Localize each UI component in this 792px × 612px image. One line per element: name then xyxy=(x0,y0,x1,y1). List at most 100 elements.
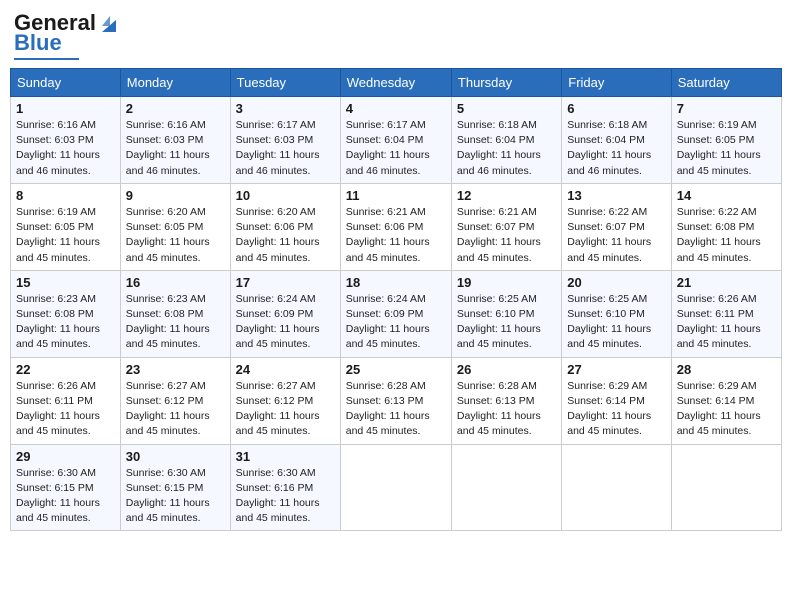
calendar-header-friday: Friday xyxy=(562,69,671,97)
day-number: 6 xyxy=(567,101,665,116)
calendar-week-4: 22 Sunrise: 6:26 AM Sunset: 6:11 PM Dayli… xyxy=(11,357,782,444)
calendar-header-wednesday: Wednesday xyxy=(340,69,451,97)
day-info: Sunrise: 6:30 AM Sunset: 6:15 PM Dayligh… xyxy=(16,466,115,527)
day-info: Sunrise: 6:30 AM Sunset: 6:15 PM Dayligh… xyxy=(126,466,225,527)
calendar-week-2: 8 Sunrise: 6:19 AM Sunset: 6:05 PM Daylig… xyxy=(11,183,782,270)
day-info: Sunrise: 6:21 AM Sunset: 6:06 PM Dayligh… xyxy=(346,205,446,266)
day-number: 17 xyxy=(236,275,335,290)
day-number: 23 xyxy=(126,362,225,377)
day-number: 4 xyxy=(346,101,446,116)
day-info: Sunrise: 6:22 AM Sunset: 6:08 PM Dayligh… xyxy=(677,205,776,266)
day-number: 28 xyxy=(677,362,776,377)
day-info: Sunrise: 6:20 AM Sunset: 6:06 PM Dayligh… xyxy=(236,205,335,266)
calendar-cell: 9Sunrise: 6:20 AM Sunset: 6:05 PM Daylig… xyxy=(120,183,230,270)
day-number: 15 xyxy=(16,275,115,290)
day-number: 22 xyxy=(16,362,115,377)
calendar-cell: 17 Sunrise: 6:24 AM Sunset: 6:09 PM Dayli… xyxy=(230,270,340,357)
calendar-cell: 26 Sunrise: 6:28 AM Sunset: 6:13 PM Dayli… xyxy=(451,357,561,444)
day-info: Sunrise: 6:26 AM Sunset: 6:11 PM Dayligh… xyxy=(16,379,115,440)
calendar-cell: 16 Sunrise: 6:23 AM Sunset: 6:08 PM Dayli… xyxy=(120,270,230,357)
day-number: 18 xyxy=(346,275,446,290)
day-number: 13 xyxy=(567,188,665,203)
day-number: 20 xyxy=(567,275,665,290)
day-info: Sunrise: 6:19 AM Sunset: 6:05 PM Dayligh… xyxy=(16,205,115,266)
day-info: Sunrise: 6:25 AM Sunset: 6:10 PM Dayligh… xyxy=(567,292,665,353)
day-number: 16 xyxy=(126,275,225,290)
calendar-cell xyxy=(671,444,781,531)
day-number: 29 xyxy=(16,449,115,464)
day-info: Sunrise: 6:16 AM Sunset: 6:03 PM Dayligh… xyxy=(126,118,225,179)
day-info: Sunrise: 6:24 AM Sunset: 6:09 PM Dayligh… xyxy=(236,292,335,353)
day-number: 3 xyxy=(236,101,335,116)
calendar-cell: 4 Sunrise: 6:17 AM Sunset: 6:04 PM Daylig… xyxy=(340,97,451,184)
calendar-cell: 18Sunrise: 6:24 AM Sunset: 6:09 PM Dayli… xyxy=(340,270,451,357)
calendar-cell: 12 Sunrise: 6:21 AM Sunset: 6:07 PM Dayli… xyxy=(451,183,561,270)
day-info: Sunrise: 6:17 AM Sunset: 6:04 PM Dayligh… xyxy=(346,118,446,179)
day-number: 11 xyxy=(346,188,446,203)
day-number: 25 xyxy=(346,362,446,377)
day-info: Sunrise: 6:29 AM Sunset: 6:14 PM Dayligh… xyxy=(567,379,665,440)
calendar-cell: 2 Sunrise: 6:16 AM Sunset: 6:03 PM Daylig… xyxy=(120,97,230,184)
day-info: Sunrise: 6:18 AM Sunset: 6:04 PM Dayligh… xyxy=(567,118,665,179)
day-info: Sunrise: 6:21 AM Sunset: 6:07 PM Dayligh… xyxy=(457,205,556,266)
calendar-cell: 11 Sunrise: 6:21 AM Sunset: 6:06 PM Dayli… xyxy=(340,183,451,270)
page-header: General Blue xyxy=(10,10,782,60)
day-info: Sunrise: 6:28 AM Sunset: 6:13 PM Dayligh… xyxy=(457,379,556,440)
calendar-cell: 1Sunrise: 6:16 AM Sunset: 6:03 PM Daylig… xyxy=(11,97,121,184)
logo-triangle-icon xyxy=(98,12,120,34)
calendar-cell xyxy=(340,444,451,531)
calendar-week-3: 15 Sunrise: 6:23 AM Sunset: 6:08 PM Dayli… xyxy=(11,270,782,357)
day-info: Sunrise: 6:28 AM Sunset: 6:13 PM Dayligh… xyxy=(346,379,446,440)
logo-blue-text: Blue xyxy=(14,30,62,56)
day-info: Sunrise: 6:30 AM Sunset: 6:16 PM Dayligh… xyxy=(236,466,335,527)
calendar-cell: 25 Sunrise: 6:28 AM Sunset: 6:13 PM Dayli… xyxy=(340,357,451,444)
day-number: 2 xyxy=(126,101,225,116)
day-info: Sunrise: 6:20 AM Sunset: 6:05 PM Dayligh… xyxy=(126,205,225,266)
calendar-cell xyxy=(451,444,561,531)
calendar-cell: 7Sunrise: 6:19 AM Sunset: 6:05 PM Daylig… xyxy=(671,97,781,184)
calendar-cell: 14 Sunrise: 6:22 AM Sunset: 6:08 PM Dayli… xyxy=(671,183,781,270)
day-number: 1 xyxy=(16,101,115,116)
logo: General Blue xyxy=(14,10,120,60)
calendar-header-thursday: Thursday xyxy=(451,69,561,97)
day-info: Sunrise: 6:27 AM Sunset: 6:12 PM Dayligh… xyxy=(126,379,225,440)
logo-underline xyxy=(14,58,79,60)
day-info: Sunrise: 6:29 AM Sunset: 6:14 PM Dayligh… xyxy=(677,379,776,440)
day-info: Sunrise: 6:23 AM Sunset: 6:08 PM Dayligh… xyxy=(16,292,115,353)
day-number: 30 xyxy=(126,449,225,464)
day-number: 31 xyxy=(236,449,335,464)
calendar-cell: 22 Sunrise: 6:26 AM Sunset: 6:11 PM Dayli… xyxy=(11,357,121,444)
day-number: 27 xyxy=(567,362,665,377)
calendar-cell: 19Sunrise: 6:25 AM Sunset: 6:10 PM Dayli… xyxy=(451,270,561,357)
day-info: Sunrise: 6:22 AM Sunset: 6:07 PM Dayligh… xyxy=(567,205,665,266)
day-number: 12 xyxy=(457,188,556,203)
day-number: 14 xyxy=(677,188,776,203)
day-info: Sunrise: 6:23 AM Sunset: 6:08 PM Dayligh… xyxy=(126,292,225,353)
calendar-cell: 24Sunrise: 6:27 AM Sunset: 6:12 PM Dayli… xyxy=(230,357,340,444)
calendar-cell: 8 Sunrise: 6:19 AM Sunset: 6:05 PM Daylig… xyxy=(11,183,121,270)
calendar-header-row: SundayMondayTuesdayWednesdayThursdayFrid… xyxy=(11,69,782,97)
day-info: Sunrise: 6:26 AM Sunset: 6:11 PM Dayligh… xyxy=(677,292,776,353)
calendar-header-monday: Monday xyxy=(120,69,230,97)
day-number: 7 xyxy=(677,101,776,116)
calendar-week-5: 29 Sunrise: 6:30 AM Sunset: 6:15 PM Dayli… xyxy=(11,444,782,531)
calendar-cell: 3Sunrise: 6:17 AM Sunset: 6:03 PM Daylig… xyxy=(230,97,340,184)
calendar-cell: 28 Sunrise: 6:29 AM Sunset: 6:14 PM Dayli… xyxy=(671,357,781,444)
day-number: 8 xyxy=(16,188,115,203)
calendar-cell: 10 Sunrise: 6:20 AM Sunset: 6:06 PM Dayli… xyxy=(230,183,340,270)
calendar-header-sunday: Sunday xyxy=(11,69,121,97)
calendar-cell: 13 Sunrise: 6:22 AM Sunset: 6:07 PM Dayli… xyxy=(562,183,671,270)
calendar-cell: 29 Sunrise: 6:30 AM Sunset: 6:15 PM Dayli… xyxy=(11,444,121,531)
calendar-cell: 20 Sunrise: 6:25 AM Sunset: 6:10 PM Dayli… xyxy=(562,270,671,357)
calendar-cell: 5Sunrise: 6:18 AM Sunset: 6:04 PM Daylig… xyxy=(451,97,561,184)
calendar-cell: 21 Sunrise: 6:26 AM Sunset: 6:11 PM Dayli… xyxy=(671,270,781,357)
calendar-header-saturday: Saturday xyxy=(671,69,781,97)
calendar-week-1: 1 Sunrise: 6:16 AM Sunset: 6:03 PM Daylig… xyxy=(11,97,782,184)
day-number: 10 xyxy=(236,188,335,203)
day-number: 26 xyxy=(457,362,556,377)
day-number: 21 xyxy=(677,275,776,290)
day-info: Sunrise: 6:18 AM Sunset: 6:04 PM Dayligh… xyxy=(457,118,556,179)
day-number: 19 xyxy=(457,275,556,290)
calendar-cell: 27 Sunrise: 6:29 AM Sunset: 6:14 PM Dayli… xyxy=(562,357,671,444)
calendar-table: SundayMondayTuesdayWednesdayThursdayFrid… xyxy=(10,68,782,531)
